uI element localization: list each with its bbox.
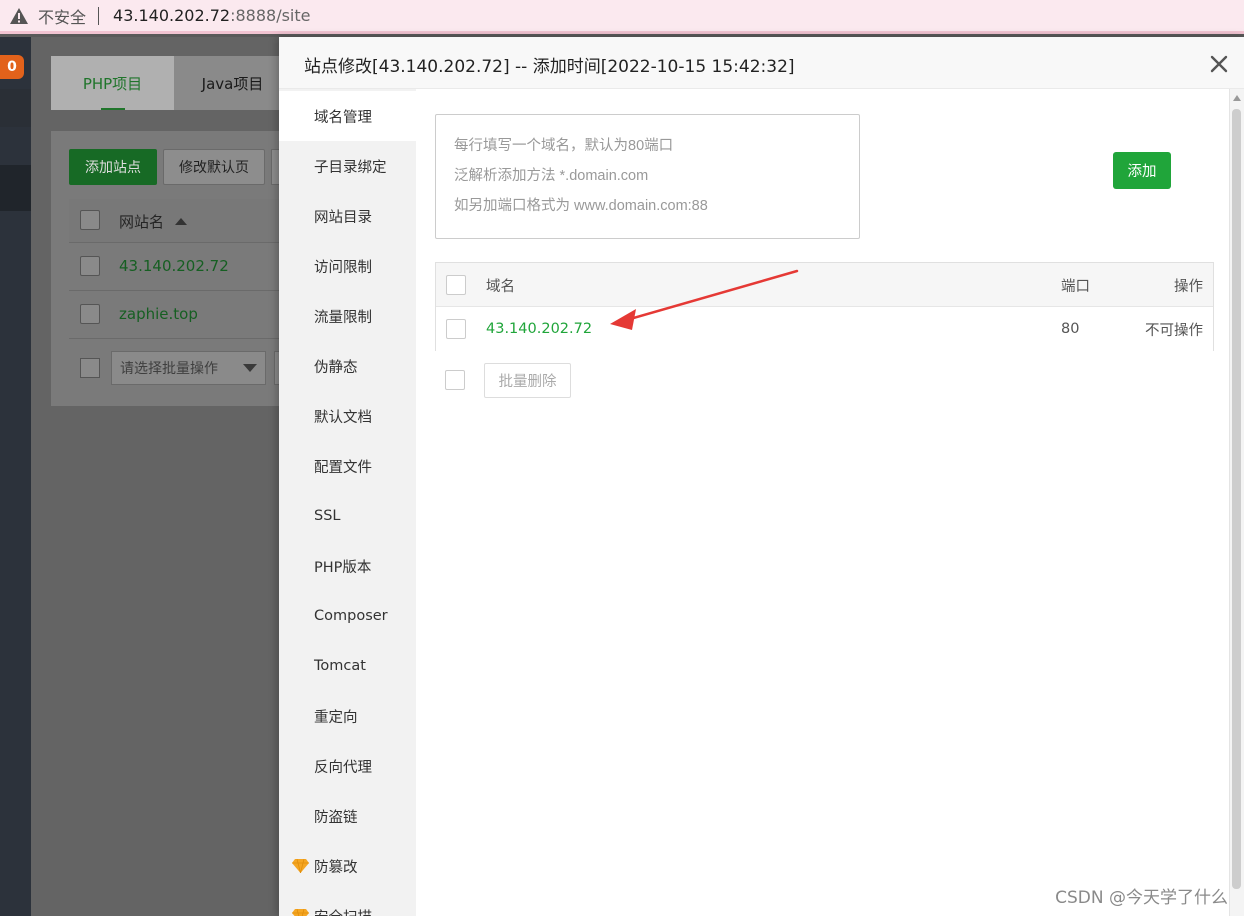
site-link[interactable]: 43.140.202.72 [119,257,229,275]
scroll-thumb[interactable] [1232,109,1241,889]
browser-address-bar[interactable]: 不安全 43.140.202.72:8888/site [0,0,1244,34]
modal-header: 站点修改[43.140.202.72] -- 添加时间[2022-10-15 1… [279,37,1244,89]
placeholder-line: 泛解析添加方法 *.domain.com [454,168,649,184]
batch-delete-button[interactable]: 批量删除 [484,363,571,398]
nav-traffic-limit[interactable]: 流量限制 [279,291,416,341]
batch-select-checkbox[interactable] [445,370,465,390]
modal-nav: 域名管理 子目录绑定 网站目录 访问限制 流量限制 伪静态 默认文档 配置文件 … [279,89,416,916]
sidebar-item[interactable] [0,89,31,127]
modify-default-page-button[interactable]: 修改默认页 [163,149,265,185]
action-status: 不可操作 [1145,322,1203,339]
domain-column-header: 域名 [486,278,515,295]
nav-site-directory[interactable]: 网站目录 [279,191,416,241]
nav-reverse-proxy[interactable]: 反向代理 [279,741,416,791]
site-name-header[interactable]: 网站名 [119,211,187,232]
diamond-icon [292,859,309,873]
domain-table: 域名 端口 操作 43.140.202.72 80 不可操作 [435,262,1214,351]
nav-config-file[interactable]: 配置文件 [279,441,416,491]
add-domain-button[interactable]: 添加 [1113,152,1171,189]
action-column-header: 操作 [1174,278,1203,295]
select-all-checkbox[interactable] [446,275,466,295]
nav-hotlink-protection[interactable]: 防盗链 [279,791,416,841]
domain-input[interactable]: 每行填写一个域名，默认为80端口 泛解析添加方法 *.domain.com 如另… [435,114,860,239]
table-row: zaphie.top [69,291,291,339]
table-row: 43.140.202.72 80 不可操作 [436,307,1213,351]
nav-composer[interactable]: Composer [279,591,416,641]
batch-action-select[interactable]: 请选择批量操作 [111,351,266,385]
nav-access-limit[interactable]: 访问限制 [279,241,416,291]
nav-tamper-protection[interactable]: 防篡改 [279,841,416,891]
row-checkbox[interactable] [80,256,100,276]
address-host[interactable]: 43.140.202.72 [113,6,230,25]
nav-php-version[interactable]: PHP版本 [279,541,416,591]
watermark: CSDN @今天学了什么 [1055,888,1228,908]
diamond-icon [292,909,309,916]
tab-php-project[interactable]: PHP项目 [51,56,174,110]
domain-table-header: 域名 端口 操作 [436,263,1213,307]
notification-badge[interactable]: 0 [0,55,24,79]
nav-domain-management[interactable]: 域名管理 [279,91,416,141]
nav-tomcat[interactable]: Tomcat [279,641,416,691]
sort-asc-icon[interactable] [174,218,187,225]
scrollbar[interactable] [1229,89,1244,916]
domain-link[interactable]: 43.140.202.72 [486,307,592,351]
nav-subdirectory-binding[interactable]: 子目录绑定 [279,141,416,191]
site-edit-modal: 站点修改[43.140.202.72] -- 添加时间[2022-10-15 1… [279,37,1244,916]
warning-icon[interactable] [8,6,30,26]
add-site-button[interactable]: 添加站点 [69,149,157,185]
placeholder-line: 每行填写一个域名，默认为80端口 [454,138,674,154]
nav-ssl[interactable]: SSL [279,491,416,541]
address-separator [98,6,100,25]
scroll-up-icon[interactable] [1233,95,1241,101]
close-icon[interactable] [1206,51,1232,77]
row-checkbox[interactable] [80,304,100,324]
chevron-down-icon [243,364,257,372]
placeholder-line: 如另加端口格式为 www.domain.com:88 [454,198,708,214]
modal-title: 站点修改[43.140.202.72] -- 添加时间[2022-10-15 1… [304,57,795,77]
app-sidebar: 0 [0,37,31,916]
site-table-header: 网站名 [69,199,291,243]
select-all-checkbox[interactable] [80,210,100,230]
security-label[interactable]: 不安全 [38,4,86,28]
nav-default-document[interactable]: 默认文档 [279,391,416,441]
nav-redirect[interactable]: 重定向 [279,691,416,741]
port-column-header: 端口 [1061,278,1090,295]
batch-select-checkbox[interactable] [80,358,100,378]
nav-rewrite[interactable]: 伪静态 [279,341,416,391]
table-row: 43.140.202.72 [69,243,291,291]
nav-security-scan[interactable]: 安全扫描 [279,891,416,916]
tab-java-project[interactable]: Java项目 [174,56,291,110]
port-value: 80 [1061,321,1080,337]
project-tabs: PHP项目 Java项目 [51,56,291,110]
row-checkbox[interactable] [446,319,466,339]
sidebar-item-active[interactable] [0,165,31,211]
address-path[interactable]: :8888/site [230,6,310,25]
site-link[interactable]: zaphie.top [119,305,198,323]
